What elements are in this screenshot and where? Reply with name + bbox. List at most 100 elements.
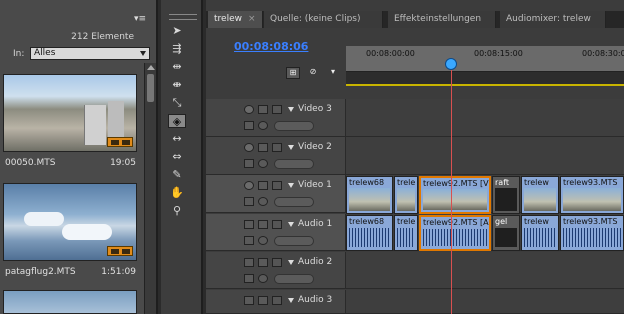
track-lane[interactable]: [346, 99, 624, 136]
display-style-icon[interactable]: [244, 197, 254, 206]
pen-tool-icon[interactable]: ✎: [168, 168, 186, 182]
video-clip[interactable]: trelew: [521, 176, 559, 214]
keyframe-icon[interactable]: [258, 159, 268, 168]
project-scrollbar[interactable]: [144, 63, 156, 314]
sync-lock-icon[interactable]: [258, 220, 268, 229]
expand-icon[interactable]: [288, 298, 294, 303]
link-icon[interactable]: ⊘: [306, 67, 320, 79]
rate-stretch-tool-icon[interactable]: ⤡: [168, 96, 186, 110]
lock-icon[interactable]: [272, 258, 282, 267]
audio-transition[interactable]: gel: [492, 215, 520, 251]
selection-tool-icon[interactable]: ➤: [168, 24, 186, 38]
panel-menu-icon[interactable]: ▾≡: [134, 14, 148, 24]
transition-clip[interactable]: raft: [492, 176, 520, 214]
audio-clip[interactable]: trelew93.MTS: [560, 215, 624, 251]
rolling-edit-tool-icon[interactable]: ⇼: [168, 78, 186, 92]
keyframe-nav[interactable]: [274, 159, 314, 169]
video-clip[interactable]: trelew68: [346, 176, 393, 214]
track-select-tool-icon[interactable]: ⇶: [168, 42, 186, 56]
audio-clip[interactable]: trelew: [521, 215, 559, 251]
speaker-icon[interactable]: [244, 296, 254, 305]
clip-item[interactable]: 00050.MTS 19:05: [3, 74, 139, 168]
track-label: Audio 1: [298, 219, 333, 229]
marker-icon[interactable]: ▾: [326, 67, 340, 79]
keyframe-nav[interactable]: [274, 274, 314, 284]
lock-icon[interactable]: [272, 220, 282, 229]
audio-clip[interactable]: trele: [394, 215, 418, 251]
eye-icon[interactable]: [244, 105, 254, 114]
tab-source[interactable]: Quelle: (keine Clips): [264, 11, 383, 28]
work-area-bar[interactable]: [346, 72, 624, 86]
tab-trelew[interactable]: trelew ×: [208, 11, 263, 28]
speaker-icon[interactable]: [244, 258, 254, 267]
keyframe-nav[interactable]: [274, 236, 314, 246]
ripple-edit-tool-icon[interactable]: ⇹: [168, 60, 186, 74]
sync-lock-icon[interactable]: [258, 296, 268, 305]
eye-icon[interactable]: [244, 143, 254, 152]
waveform: [397, 228, 415, 247]
slide-tool-icon[interactable]: ⇔: [168, 150, 186, 164]
track-lane[interactable]: [346, 290, 624, 313]
tab-label: Audiomixer: trelew: [506, 14, 591, 24]
expand-icon[interactable]: [288, 145, 294, 150]
keyframe-icon[interactable]: [258, 197, 268, 206]
display-style-icon[interactable]: [244, 121, 254, 130]
clip-title: trelew: [524, 178, 549, 187]
speaker-icon[interactable]: [244, 220, 254, 229]
filter-select[interactable]: Alles: [30, 47, 150, 60]
timeline-panel: trelew × Quelle: (keine Clips) Effekteins…: [206, 0, 624, 314]
playhead-line[interactable]: [451, 58, 452, 314]
playhead-handle[interactable]: [445, 58, 457, 70]
track-lane[interactable]: trelew68 trele trelew92.MTS [V] raft tre…: [346, 175, 624, 214]
sync-lock-icon[interactable]: [258, 105, 268, 114]
keyframe-icon[interactable]: [258, 274, 268, 283]
panel-grip[interactable]: [169, 14, 197, 20]
clip-thumbnail: [423, 189, 487, 210]
scroll-thumb[interactable]: [147, 74, 154, 102]
clip-item[interactable]: [3, 290, 139, 314]
slip-tool-icon[interactable]: ↔: [168, 132, 186, 146]
razor-tool-icon[interactable]: ◈: [168, 114, 186, 128]
display-style-icon[interactable]: [244, 159, 254, 168]
tab-effect-settings[interactable]: Effekteinstellungen: [388, 11, 496, 28]
clip-name: 00050.MTS: [5, 158, 56, 168]
media-badge-icon: [107, 137, 133, 147]
keyframe-icon[interactable]: [258, 236, 268, 245]
expand-icon[interactable]: [288, 222, 294, 227]
keyframe-icon[interactable]: [258, 121, 268, 130]
hand-tool-icon[interactable]: ✋: [168, 186, 186, 200]
eye-icon[interactable]: [244, 181, 254, 190]
clip-title: trele: [397, 217, 416, 226]
waveform-icon[interactable]: [244, 236, 254, 245]
tab-audio-mixer[interactable]: Audiomixer: trelew: [500, 11, 606, 28]
timecode-display[interactable]: 00:08:08:06: [234, 40, 308, 53]
time-ruler[interactable]: 00:08:00:00 00:08:15:00 00:08:30:00: [346, 46, 624, 72]
keyframe-nav[interactable]: [274, 121, 314, 131]
video-clip[interactable]: trele: [394, 176, 418, 214]
track-video-1: Video 1 trelew68 trele trelew92.MTS [V] …: [206, 175, 624, 214]
lock-icon[interactable]: [272, 143, 282, 152]
lock-icon[interactable]: [272, 181, 282, 190]
video-clip[interactable]: trelew93.MTS: [560, 176, 624, 214]
close-icon[interactable]: ×: [248, 14, 256, 24]
keyframe-nav[interactable]: [274, 197, 314, 207]
expand-icon[interactable]: [288, 183, 294, 188]
track-lane[interactable]: trelew68 trele trelew92.MTS [A] gel trel…: [346, 214, 624, 251]
lock-icon[interactable]: [272, 296, 282, 305]
lock-icon[interactable]: [272, 105, 282, 114]
scroll-up-icon[interactable]: [147, 65, 155, 70]
expand-icon[interactable]: [288, 107, 294, 112]
video-clip[interactable]: trelew92.MTS [V]: [419, 176, 491, 214]
snap-icon[interactable]: ⊞: [286, 67, 300, 79]
sync-lock-icon[interactable]: [258, 181, 268, 190]
audio-clip[interactable]: trelew92.MTS [A]: [419, 215, 491, 251]
zoom-tool-icon[interactable]: ⚲: [168, 204, 186, 218]
sync-lock-icon[interactable]: [258, 258, 268, 267]
audio-clip[interactable]: trelew68: [346, 215, 393, 251]
clip-item[interactable]: patagflug2.MTS 1:51:09: [3, 183, 139, 277]
expand-icon[interactable]: [288, 260, 294, 265]
waveform-icon[interactable]: [244, 274, 254, 283]
sync-lock-icon[interactable]: [258, 143, 268, 152]
track-lane[interactable]: [346, 252, 624, 288]
track-lane[interactable]: [346, 137, 624, 174]
